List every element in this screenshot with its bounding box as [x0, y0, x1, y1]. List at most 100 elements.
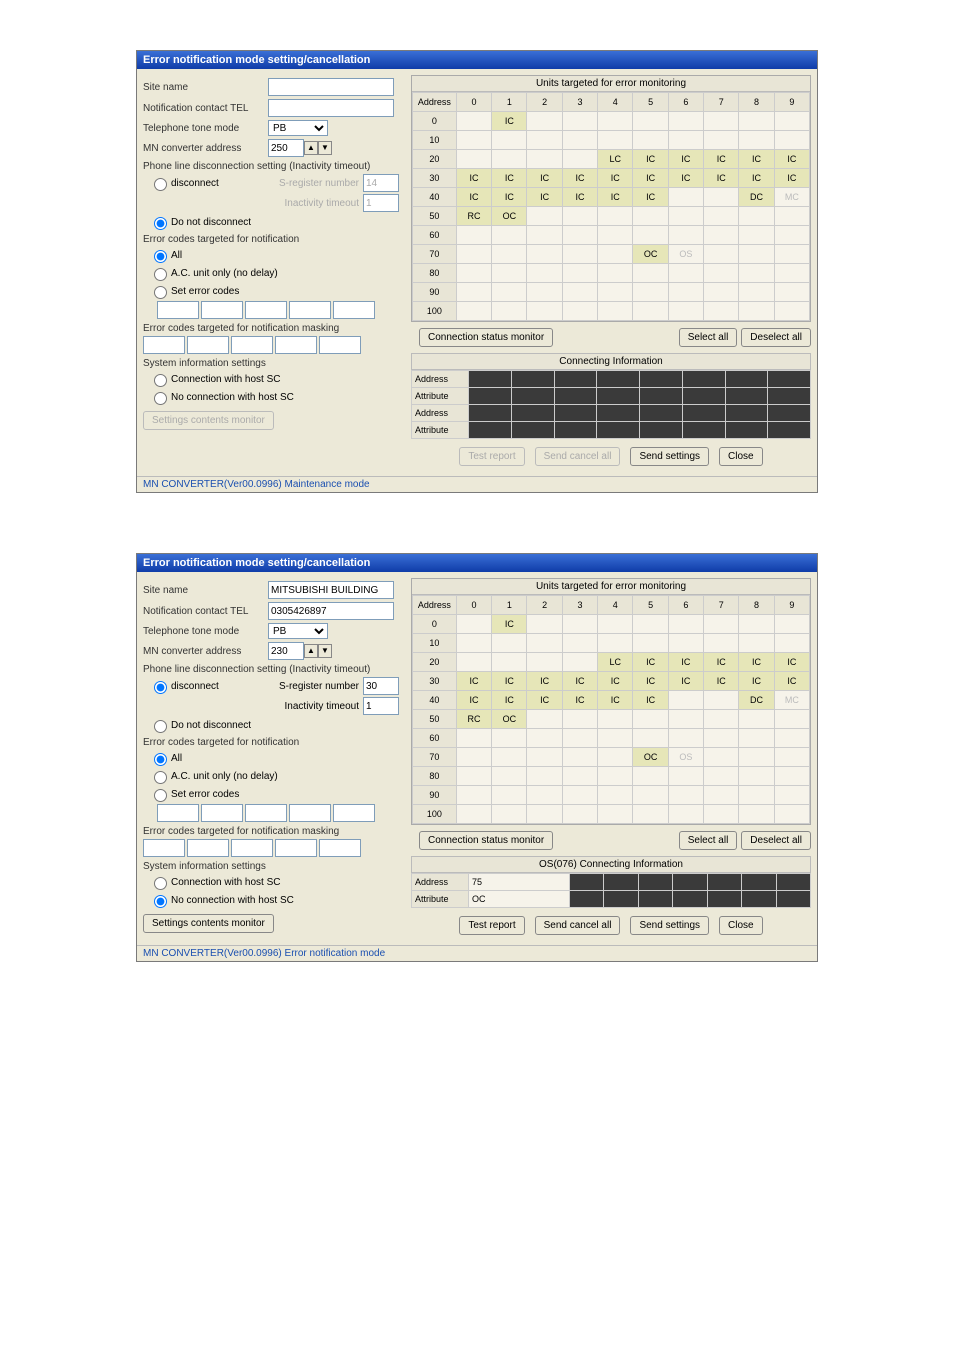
unit-cell[interactable]: [633, 710, 668, 729]
unit-cell[interactable]: [492, 767, 527, 786]
unit-cell[interactable]: [492, 729, 527, 748]
unit-cell[interactable]: OC: [492, 207, 527, 226]
unit-cell[interactable]: IC: [527, 188, 562, 207]
unit-cell[interactable]: [633, 786, 668, 805]
unit-cell[interactable]: [668, 188, 703, 207]
select-all-button[interactable]: Select all: [679, 831, 738, 850]
conv-addr-input[interactable]: [268, 139, 304, 157]
unit-cell[interactable]: [704, 112, 739, 131]
radio-all[interactable]: [154, 250, 167, 263]
unit-cell[interactable]: [774, 112, 809, 131]
addr-up-button[interactable]: ▲: [304, 141, 318, 155]
unit-cell[interactable]: [668, 634, 703, 653]
unit-cell[interactable]: [492, 653, 527, 672]
err-code-3[interactable]: [245, 804, 287, 822]
close-button[interactable]: Close: [719, 916, 763, 935]
unit-cell[interactable]: IC: [492, 169, 527, 188]
unit-cell[interactable]: [774, 207, 809, 226]
radio-all[interactable]: [154, 753, 167, 766]
unit-cell[interactable]: [739, 786, 774, 805]
unit-cell[interactable]: [598, 767, 633, 786]
unit-cell[interactable]: IC: [668, 169, 703, 188]
err-code-4[interactable]: [289, 804, 331, 822]
radio-do-not-disconnect[interactable]: [154, 217, 167, 230]
unit-cell[interactable]: [633, 131, 668, 150]
unit-cell[interactable]: [704, 188, 739, 207]
unit-cell[interactable]: [704, 767, 739, 786]
unit-cell[interactable]: [562, 302, 597, 321]
send-settings-button[interactable]: Send settings: [630, 447, 709, 466]
radio-conn-host[interactable]: [154, 877, 167, 890]
err-code-4[interactable]: [289, 301, 331, 319]
unit-cell[interactable]: [739, 710, 774, 729]
unit-cell[interactable]: [739, 729, 774, 748]
unit-cell[interactable]: IC: [598, 691, 633, 710]
unit-cell[interactable]: IC: [668, 653, 703, 672]
unit-cell[interactable]: [456, 226, 491, 245]
unit-cell[interactable]: [774, 748, 809, 767]
unit-cell[interactable]: [774, 226, 809, 245]
unit-cell[interactable]: [668, 112, 703, 131]
unit-cell[interactable]: [492, 264, 527, 283]
unit-cell[interactable]: [562, 615, 597, 634]
unit-cell[interactable]: IC: [456, 169, 491, 188]
unit-cell[interactable]: MC: [774, 188, 809, 207]
unit-cell[interactable]: IC: [562, 691, 597, 710]
addr-down-button[interactable]: ▼: [318, 644, 332, 658]
unit-cell[interactable]: [562, 131, 597, 150]
unit-cell[interactable]: [492, 634, 527, 653]
unit-cell[interactable]: [739, 634, 774, 653]
unit-cell[interactable]: [527, 112, 562, 131]
settings-monitor-button[interactable]: Settings contents monitor: [143, 914, 274, 933]
unit-cell[interactable]: [492, 131, 527, 150]
unit-cell[interactable]: [527, 710, 562, 729]
unit-cell[interactable]: [527, 131, 562, 150]
unit-cell[interactable]: IC: [633, 653, 668, 672]
unit-cell[interactable]: [527, 634, 562, 653]
contact-tel-input[interactable]: [268, 99, 394, 117]
units-grid[interactable]: Address01234567890IC1020LCICICICICIC30IC…: [412, 595, 810, 824]
unit-cell[interactable]: [598, 131, 633, 150]
unit-cell[interactable]: [527, 283, 562, 302]
unit-cell[interactable]: [668, 264, 703, 283]
unit-cell[interactable]: [562, 283, 597, 302]
unit-cell[interactable]: [739, 131, 774, 150]
unit-cell[interactable]: IC: [633, 188, 668, 207]
err-code-1[interactable]: [157, 301, 199, 319]
unit-cell[interactable]: IC: [492, 112, 527, 131]
unit-cell[interactable]: IC: [633, 672, 668, 691]
unit-cell[interactable]: IC: [598, 169, 633, 188]
unit-cell[interactable]: [704, 302, 739, 321]
unit-cell[interactable]: [598, 805, 633, 824]
unit-cell[interactable]: OS: [668, 748, 703, 767]
unit-cell[interactable]: [704, 131, 739, 150]
unit-cell[interactable]: [704, 691, 739, 710]
mask-5[interactable]: [319, 839, 361, 857]
conv-addr-input[interactable]: [268, 642, 304, 660]
unit-cell[interactable]: [739, 767, 774, 786]
unit-cell[interactable]: [562, 264, 597, 283]
contact-tel-input[interactable]: [268, 602, 394, 620]
unit-cell[interactable]: [492, 786, 527, 805]
unit-cell[interactable]: [774, 615, 809, 634]
unit-cell[interactable]: [668, 729, 703, 748]
unit-cell[interactable]: [562, 226, 597, 245]
unit-cell[interactable]: IC: [562, 672, 597, 691]
unit-cell[interactable]: IC: [633, 169, 668, 188]
unit-cell[interactable]: [456, 805, 491, 824]
unit-cell[interactable]: IC: [492, 188, 527, 207]
conn-monitor-button[interactable]: Connection status monitor: [411, 326, 675, 349]
unit-cell[interactable]: [774, 634, 809, 653]
err-code-3[interactable]: [245, 301, 287, 319]
radio-do-not-disconnect[interactable]: [154, 720, 167, 733]
unit-cell[interactable]: RC: [456, 207, 491, 226]
unit-cell[interactable]: [527, 786, 562, 805]
deselect-all-button[interactable]: Deselect all: [741, 831, 811, 850]
send-settings-button[interactable]: Send settings: [630, 916, 709, 935]
select-all-button[interactable]: Select all: [679, 328, 738, 347]
unit-cell[interactable]: [562, 786, 597, 805]
unit-cell[interactable]: [492, 245, 527, 264]
unit-cell[interactable]: IC: [456, 672, 491, 691]
err-code-5[interactable]: [333, 301, 375, 319]
unit-cell[interactable]: [456, 729, 491, 748]
